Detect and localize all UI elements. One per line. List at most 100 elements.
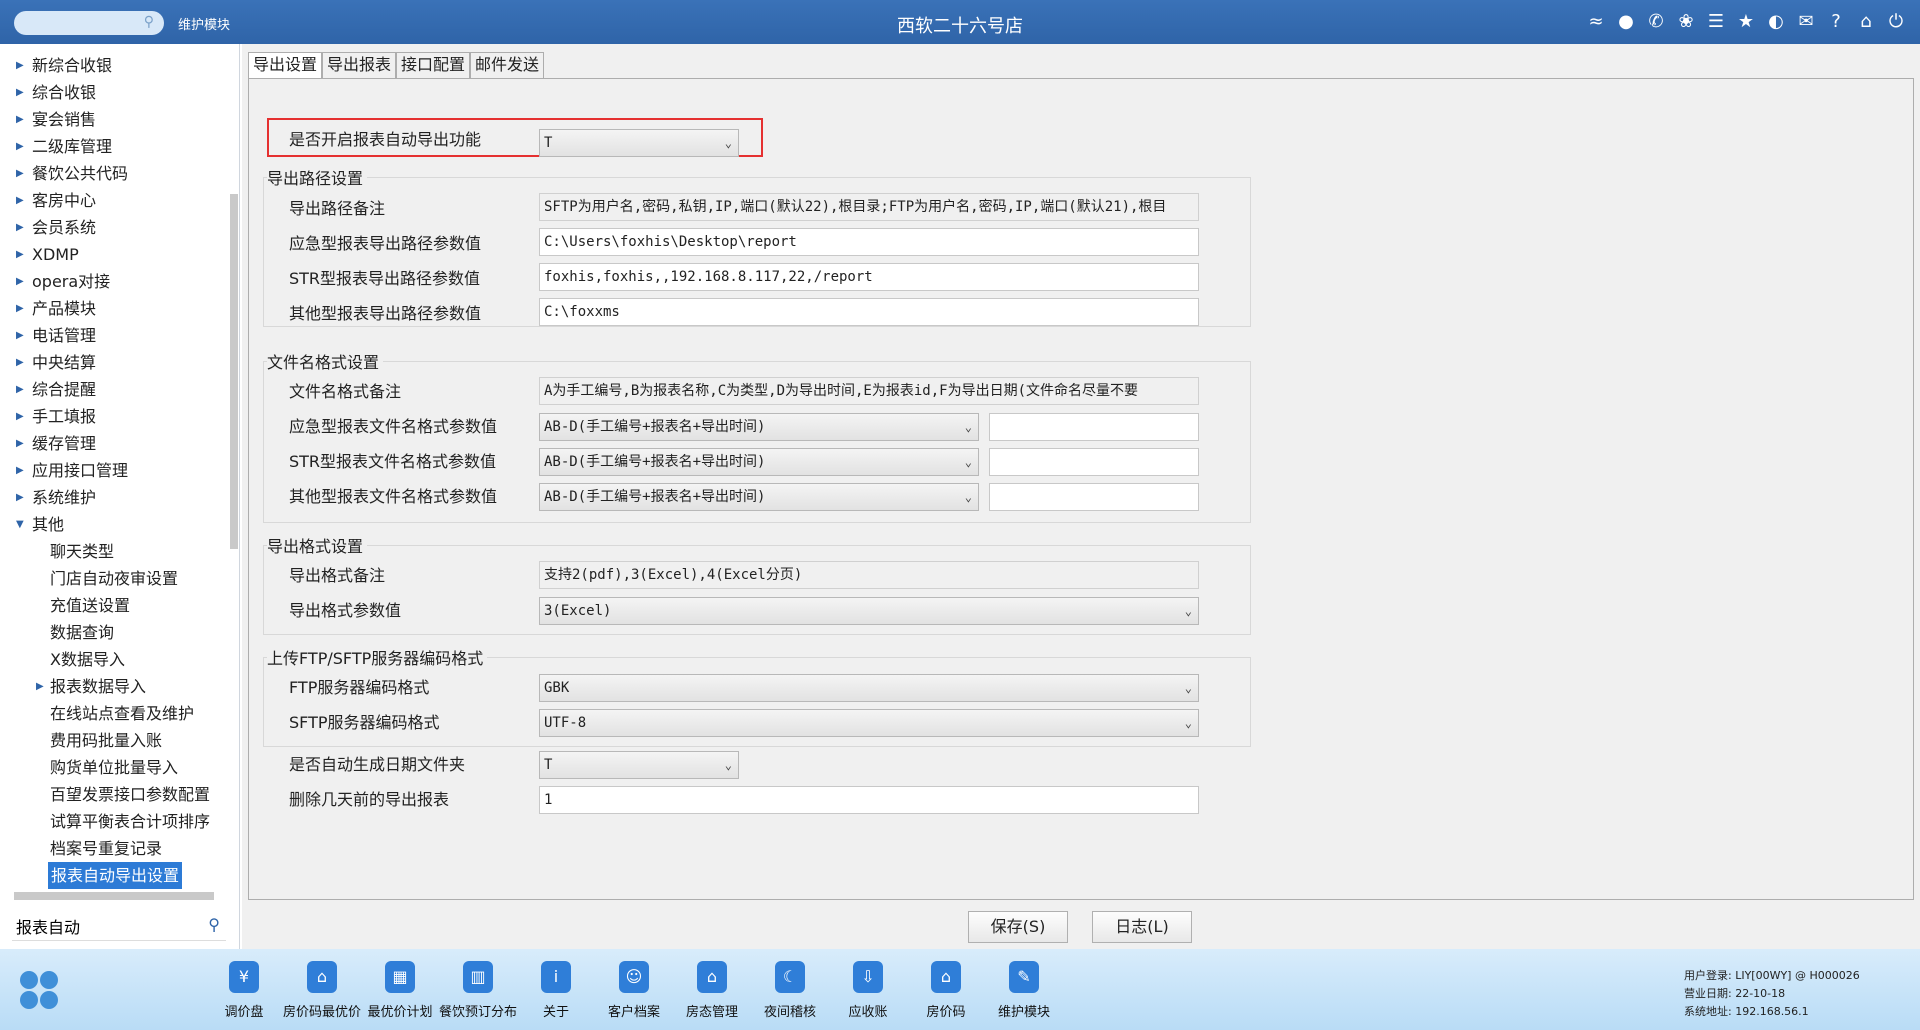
sidebar-item[interactable]: ▶ 系统维护	[0, 484, 228, 511]
caret-down-icon[interactable]: ▼	[16, 511, 24, 538]
home-icon[interactable]: ⌂	[1856, 10, 1876, 32]
sidebar-subitem[interactable]: 购货单位批量导入	[0, 754, 228, 781]
sidebar-item[interactable]: ▶ 餐饮公共代码	[0, 160, 228, 187]
palette-icon[interactable]: ❀	[1676, 10, 1696, 32]
taskbar-item[interactable]: i 关于	[517, 961, 595, 1023]
help-icon[interactable]: ?	[1826, 10, 1846, 32]
tab-email-send[interactable]: 邮件发送	[470, 52, 545, 78]
caret-right-icon[interactable]: ▶	[16, 349, 24, 376]
date-folder-select[interactable]: T ⌄	[539, 751, 739, 779]
caret-right-icon[interactable]: ▶	[16, 322, 24, 349]
other-path-input[interactable]: C:\foxxms	[539, 298, 1199, 326]
caret-right-icon[interactable]: ▶	[16, 160, 24, 187]
sidebar-item[interactable]: ▶ 产品模块	[0, 295, 228, 322]
caret-right-icon[interactable]: ▶	[16, 457, 24, 484]
dining-booking-icon[interactable]: ▥	[463, 961, 493, 993]
sidebar-item[interactable]: ▶ XDMP	[0, 241, 228, 268]
sidebar-item[interactable]: ▶ 综合收银	[0, 79, 228, 106]
sidebar-subitem[interactable]: X数据导入	[0, 646, 228, 673]
night-audit-icon[interactable]: ☾	[775, 961, 805, 993]
taskbar-item[interactable]: ⌂ 房价码	[907, 961, 985, 1023]
customer-profile-icon[interactable]: ☺	[619, 961, 649, 993]
filename-remark-field[interactable]: A为手工编号,B为报表名称,C为类型,D为导出时间,E为报表id,F为导出日期(…	[539, 377, 1199, 405]
caret-right-icon[interactable]: ▶	[16, 268, 24, 295]
sidebar-subitem[interactable]: 门店自动夜审设置	[0, 565, 228, 592]
save-button[interactable]: 保存(S)	[968, 911, 1068, 943]
caret-right-icon[interactable]: ▶	[16, 106, 24, 133]
sidebar-subitem[interactable]: 充值送设置	[0, 592, 228, 619]
taskbar-item[interactable]: ¥ 调价盘	[205, 961, 283, 1023]
auto-export-select[interactable]: T ⌄	[539, 129, 739, 157]
caret-right-icon[interactable]: ▶	[16, 133, 24, 160]
caret-right-icon[interactable]: ▶	[16, 403, 24, 430]
other-filename-select[interactable]: AB-D(手工编号+报表名+导出时间) ⌄	[539, 483, 979, 511]
menu-icon[interactable]: ☰	[1706, 10, 1726, 32]
taskbar-item[interactable]: ⌂ 房态管理	[673, 961, 751, 1023]
sidebar-item-selected[interactable]: 报表自动导出设置	[0, 862, 228, 889]
log-button[interactable]: 日志(L)	[1092, 911, 1192, 943]
wifi-icon[interactable]: ≈	[1586, 10, 1606, 32]
emergency-filename-select[interactable]: AB-D(手工编号+报表名+导出时间) ⌄	[539, 413, 979, 441]
caret-right-icon[interactable]: ▶	[16, 52, 24, 79]
taskbar-item[interactable]: ⇩ 应收账	[829, 961, 907, 1023]
maintenance-icon[interactable]: ✎	[1009, 961, 1039, 993]
sidebar-item[interactable]: ▼ 其他	[0, 511, 228, 538]
caret-right-icon[interactable]: ▶	[16, 484, 24, 511]
ftp-encoding-select[interactable]: GBK ⌄	[539, 674, 1199, 702]
taskbar-item[interactable]: ☾ 夜间稽核	[751, 961, 829, 1023]
caret-right-icon[interactable]: ▶	[16, 187, 24, 214]
sidebar-item[interactable]: ▶ 客房中心	[0, 187, 228, 214]
sidebar-item[interactable]: ▶ 中央结算	[0, 349, 228, 376]
chat-icon[interactable]: ●	[1616, 10, 1636, 32]
sidebar-horizontal-scrollbar[interactable]	[14, 892, 214, 900]
sidebar-subitem[interactable]: ▶ 报表数据导入	[0, 673, 228, 700]
emergency-filename-extra-input[interactable]	[989, 413, 1199, 441]
price-adjust-icon[interactable]: ¥	[229, 961, 259, 993]
sidebar-subitem[interactable]: 百望发票接口参数配置	[0, 781, 228, 808]
sidebar-subitem[interactable]: 费用码批量入账	[0, 727, 228, 754]
sidebar-item[interactable]: ▶ 综合提醒	[0, 376, 228, 403]
info-icon[interactable]: i	[541, 961, 571, 993]
sidebar-subitem[interactable]: 档案号重复记录	[0, 835, 228, 862]
receivable-icon[interactable]: ⇩	[853, 961, 883, 993]
str-path-input[interactable]: foxhis,foxhis,,192.168.8.117,22,/report	[539, 263, 1199, 291]
rate-plan-icon[interactable]: ▦	[385, 961, 415, 993]
star-icon[interactable]: ★	[1736, 10, 1756, 32]
sidebar-item[interactable]: ▶ opera对接	[0, 268, 228, 295]
sidebar-item[interactable]: ▶ 宴会销售	[0, 106, 228, 133]
sftp-encoding-select[interactable]: UTF-8 ⌄	[539, 709, 1199, 737]
taskbar-item[interactable]: ▥ 餐饮预订分布	[439, 961, 517, 1023]
contrast-icon[interactable]: ◐	[1766, 10, 1786, 32]
app-logo-icon[interactable]	[20, 971, 60, 1011]
tab-export-settings[interactable]: 导出设置	[248, 52, 323, 78]
str-filename-extra-input[interactable]	[989, 448, 1199, 476]
caret-right-icon[interactable]: ▶	[36, 673, 44, 700]
sidebar-subitem[interactable]: 试算平衡表合计项排序	[0, 808, 228, 835]
sidebar-item[interactable]: ▶ 新综合收银	[0, 52, 228, 79]
caret-right-icon[interactable]: ▶	[16, 79, 24, 106]
sidebar-subitem[interactable]: 在线站点查看及维护	[0, 700, 228, 727]
sidebar-item[interactable]: ▶ 手工填报	[0, 403, 228, 430]
sidebar-item[interactable]: ▶ 会员系统	[0, 214, 228, 241]
format-value-select[interactable]: 3(Excel) ⌄	[539, 597, 1199, 625]
other-filename-extra-input[interactable]	[989, 483, 1199, 511]
rate-code-icon[interactable]: ⌂	[931, 961, 961, 993]
phone-icon[interactable]: ✆	[1646, 10, 1666, 32]
taskbar-item[interactable]: ☺ 客户档案	[595, 961, 673, 1023]
sidebar-item[interactable]: ▶ 电话管理	[0, 322, 228, 349]
taskbar-item[interactable]: ⌂ 房价码最优价	[283, 961, 361, 1023]
power-icon[interactable]: ⏻	[1886, 10, 1906, 32]
tab-export-reports[interactable]: 导出报表	[322, 52, 397, 78]
caret-right-icon[interactable]: ▶	[16, 295, 24, 322]
sidebar-item[interactable]: ▶ 应用接口管理	[0, 457, 228, 484]
caret-right-icon[interactable]: ▶	[16, 376, 24, 403]
mail-icon[interactable]: ✉	[1796, 10, 1816, 32]
caret-right-icon[interactable]: ▶	[16, 241, 24, 268]
sidebar-item[interactable]: ▶ 二级库管理	[0, 133, 228, 160]
str-filename-select[interactable]: AB-D(手工编号+报表名+导出时间) ⌄	[539, 448, 979, 476]
sidebar-vertical-scrollbar[interactable]	[230, 194, 238, 549]
emergency-path-input[interactable]: C:\Users\foxhis\Desktop\report	[539, 228, 1199, 256]
menu-search-input[interactable]	[16, 914, 196, 938]
format-remark-field[interactable]: 支持2(pdf),3(Excel),4(Excel分页)	[539, 561, 1199, 589]
sidebar-item[interactable]: ▶ 缓存管理	[0, 430, 228, 457]
